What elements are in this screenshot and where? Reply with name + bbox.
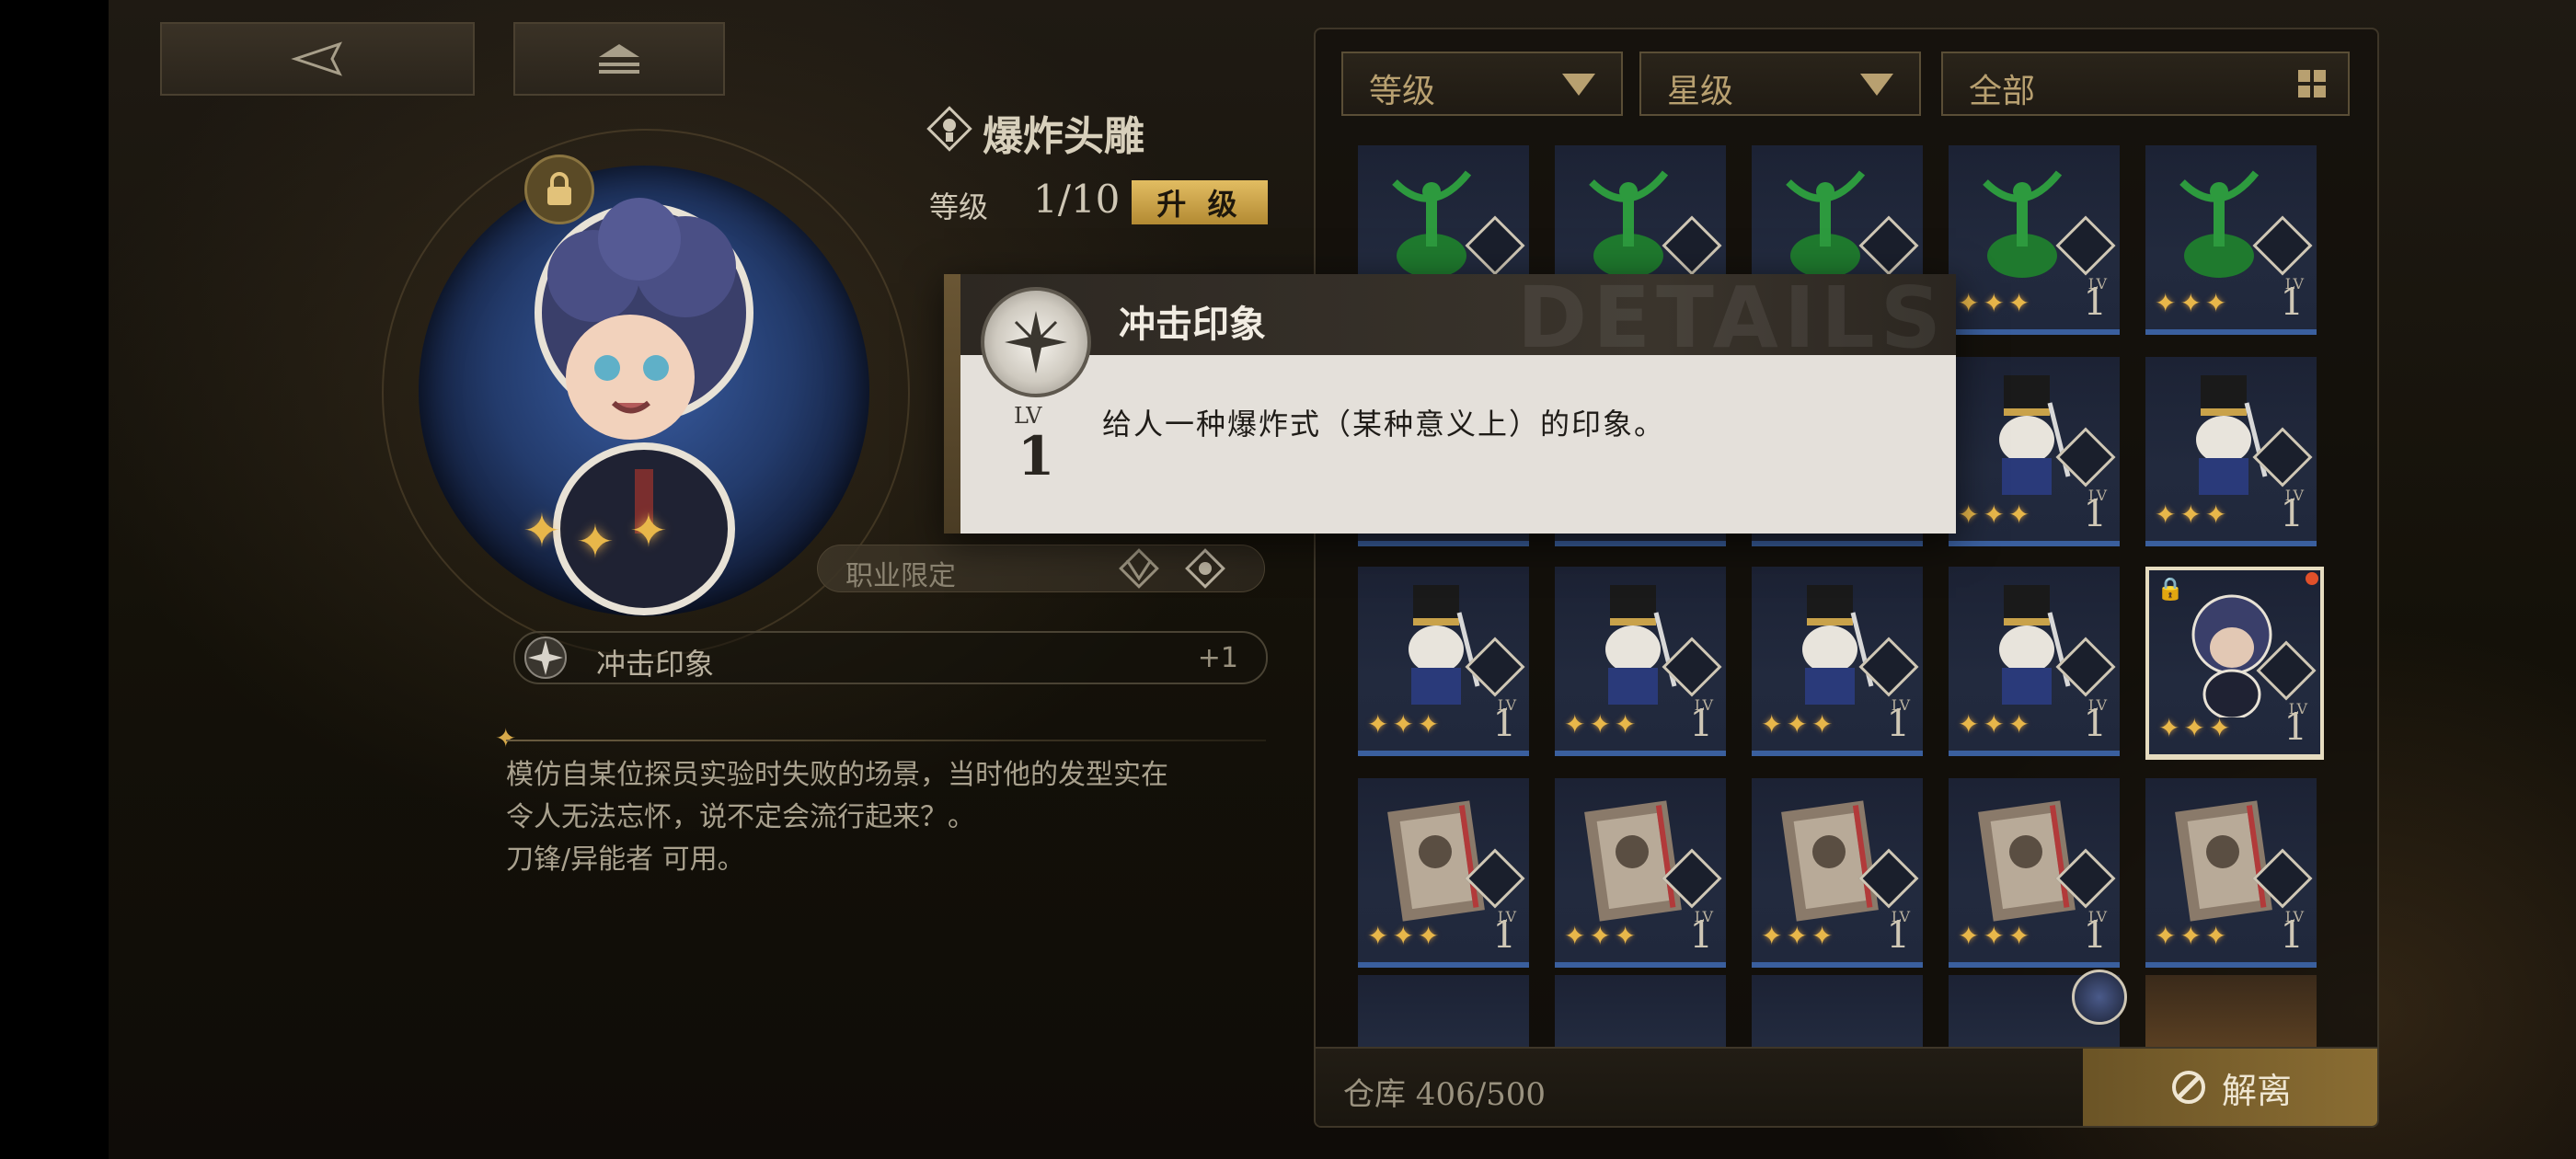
tooltip-header: DETAILS 冲击印象 <box>960 269 1956 367</box>
warehouse-capacity: 仓库 406/500 <box>1343 1076 1547 1113</box>
equipped-avatar <box>2072 970 2127 1025</box>
item-type-icon <box>926 106 972 152</box>
star-rating: ✦✦✦ <box>1958 709 2034 740</box>
lock-icon: 🔒 <box>2156 576 2184 602</box>
card-lv-value: 1 <box>2280 914 2304 957</box>
inventory-card[interactable]: ✦✦✦LV1 <box>1555 567 1726 756</box>
star-rating: ✦✦✦ <box>1958 288 2034 318</box>
job-limit-label: 职业限定 <box>845 560 956 592</box>
card-lv-value: 1 <box>2083 914 2107 957</box>
layers-icon <box>599 44 639 74</box>
skill-tooltip[interactable]: DETAILS 冲击印象 LV 1 给人一种爆炸式（某种意义上）的印象。 <box>944 269 1956 534</box>
card-lv-value: 1 <box>1886 914 1910 957</box>
description-line: 刀锋/异能者 可用。 <box>506 843 745 876</box>
home-button[interactable] <box>513 22 725 96</box>
filter-label: 星级 <box>1667 73 1734 110</box>
star-rating: ✦✦✦ <box>1367 709 1443 740</box>
inventory-card[interactable]: ✦✦✦LV1 <box>2145 145 2317 335</box>
description-line: 模仿自某位探员实验时失败的场景，当时他的发型实在 <box>506 759 1168 791</box>
inventory-card[interactable]: ✦✦✦LV1 <box>1752 778 1923 968</box>
star-icon: ✦ <box>629 504 668 557</box>
card-lv-value: 1 <box>2283 706 2307 749</box>
skill-row[interactable]: 冲击印象 +1 <box>513 631 1268 684</box>
item-description: 模仿自某位探员实验时失败的场景，当时他的发型实在 令人无法忘怀，说不定会流行起来… <box>506 754 1260 881</box>
inventory-card[interactable]: ✦✦✦LV1 <box>1752 567 1923 756</box>
category-filter-dropdown[interactable]: 全部 <box>1941 52 2350 116</box>
star-rating: ✦✦✦ <box>1761 921 1837 951</box>
card-lv-value: 1 <box>2280 493 2304 535</box>
back-button[interactable] <box>160 22 475 96</box>
inventory-card[interactable]: ✦✦✦LV1 <box>2145 778 2317 968</box>
card-lv-value: 1 <box>2083 493 2107 535</box>
blade-class-icon <box>1119 548 1159 589</box>
inventory-card[interactable]: ✦✦✦LV1 <box>2145 357 2317 546</box>
tooltip-lv-value: 1 <box>1018 425 1055 488</box>
skill-name: 冲击印象 <box>596 647 715 682</box>
star-rating: ✦✦✦ <box>1564 921 1640 951</box>
level-filter-dropdown[interactable]: 等级 <box>1341 52 1623 116</box>
inventory-card[interactable]: ✦✦✦LV1 <box>1949 567 2120 756</box>
star-rating: ✦✦✦ <box>1761 709 1837 740</box>
star-rating: ✦✦✦ <box>2155 288 2231 318</box>
divider <box>506 740 1266 741</box>
dismantle-label: 解离 <box>2221 1070 2292 1111</box>
filter-label: 等级 <box>1369 73 1436 110</box>
game-scene: ✦ ✦ ✦ 爆炸头雕 等级 1/10 升 级 职业限定 冲击印象 +1 ✦ 模仿… <box>109 0 2576 1159</box>
dismantle-button[interactable]: 解离 <box>2083 1049 2377 1126</box>
grid-icon <box>2298 70 2326 98</box>
skill-bonus: +1 <box>1197 642 1238 674</box>
filter-label: 全部 <box>1969 73 2036 110</box>
star-rating: ✦✦✦ <box>1958 921 2034 951</box>
inventory-card[interactable]: ✦✦✦LV1 <box>1949 357 2120 546</box>
card-lv-value: 1 <box>1492 914 1516 957</box>
tooltip-description: 给人一种爆炸式（某种意义上）的印象。 <box>1102 407 1666 442</box>
sparkle-icon: ✦ <box>495 723 517 753</box>
inventory-card[interactable]: ✦✦✦LV1 <box>1358 567 1529 756</box>
star-rating: ✦✦✦ <box>1564 709 1640 740</box>
star-filter-dropdown[interactable]: 星级 <box>1639 52 1921 116</box>
tooltip-watermark: DETAILS <box>1516 269 1947 367</box>
impact-skill-icon <box>981 287 1091 397</box>
star-rating: ✦✦✦ <box>2155 499 2231 530</box>
description-line: 令人无法忘怀，说不定会流行起来？。 <box>506 801 975 833</box>
inventory-card[interactable]: ✦✦✦ LV 1 🔒 <box>2145 567 2324 760</box>
impact-skill-icon <box>524 637 567 679</box>
star-rating: ✦✦✦ <box>2155 921 2231 951</box>
item-name: 爆炸头雕 <box>983 113 1144 160</box>
inventory-panel: 等级 星级 全部 ✦✦✦ LV 1 ✦✦✦ LV 1 ✦✦✦ LV 1 ✦✦✦ LV 1 ✦✦✦ LV 1 ✦… <box>1314 28 2379 1128</box>
warehouse-bar: 仓库 406/500 解离 <box>1316 1047 2377 1126</box>
upgrade-button[interactable]: 升 级 <box>1132 180 1268 224</box>
inventory-card[interactable]: ✦✦✦LV1 <box>1949 778 2120 968</box>
tooltip-accent <box>944 274 960 534</box>
star-rating: ✦✦✦ <box>2158 713 2235 743</box>
level-label: 等级 <box>929 189 989 224</box>
dropdown-arrow-icon <box>1860 74 1893 96</box>
inventory-card[interactable]: ✦✦✦LV1 <box>1949 145 2120 335</box>
inventory-card[interactable]: ✦✦✦LV1 <box>1358 778 1529 968</box>
notification-dot <box>2306 572 2318 585</box>
lock-icon[interactable] <box>524 155 594 224</box>
card-lv-value: 1 <box>1689 914 1713 957</box>
card-lv-value: 1 <box>1492 703 1516 745</box>
star-icon: ✦ <box>576 515 615 568</box>
dropdown-arrow-icon <box>1562 74 1595 96</box>
job-limit-pill: 职业限定 <box>817 545 1265 592</box>
card-lv-value: 1 <box>2083 703 2107 745</box>
tooltip-title: 冲击印象 <box>1119 304 1266 346</box>
card-lv-value: 1 <box>2083 281 2107 324</box>
card-lv-value: 1 <box>1689 703 1713 745</box>
star-rating: ✦✦✦ <box>1367 921 1443 951</box>
wrench-icon <box>2171 1071 2205 1104</box>
card-lv-value: 1 <box>1886 703 1910 745</box>
back-arrow-icon <box>291 41 342 76</box>
star-rating: ✦✦✦ <box>1958 499 2034 530</box>
level-value: 1/10 <box>1033 177 1121 222</box>
star-icon: ✦ <box>523 504 561 557</box>
inventory-card[interactable]: ✦✦✦LV1 <box>1555 778 1726 968</box>
esper-class-icon <box>1185 548 1225 589</box>
card-lv-value: 1 <box>2280 281 2304 324</box>
